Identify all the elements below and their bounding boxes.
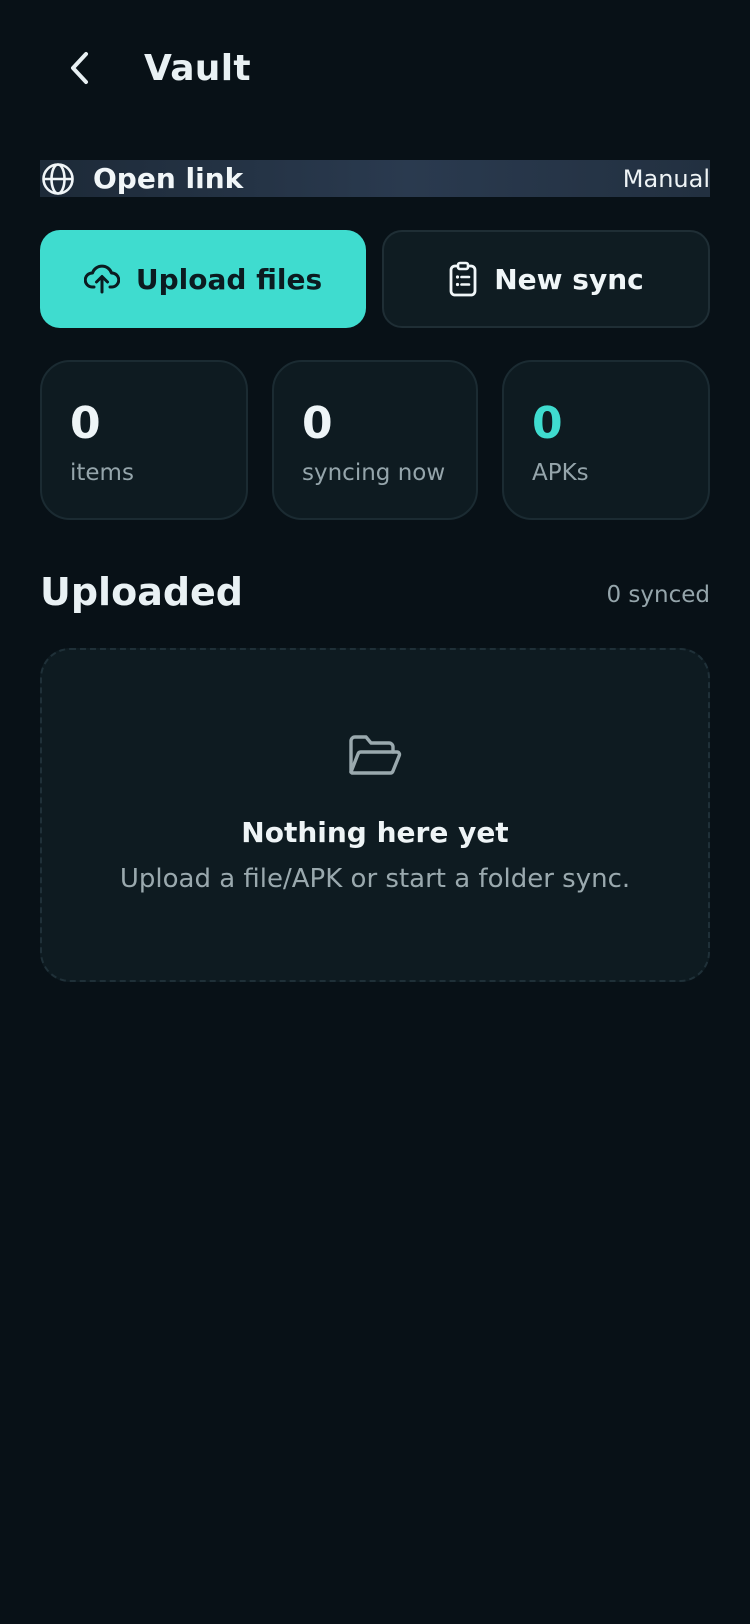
clipboard-list-icon xyxy=(448,261,478,297)
stat-apks-value: 0 xyxy=(532,398,563,449)
new-sync-button[interactable]: New sync xyxy=(382,230,710,328)
stat-items-value: 0 xyxy=(70,398,101,449)
back-button[interactable] xyxy=(56,44,104,92)
open-link-bar[interactable]: Open link Manual xyxy=(40,160,710,197)
stat-apks-label: APKs xyxy=(532,460,589,486)
cloud-upload-icon xyxy=(83,263,120,295)
upload-files-button[interactable]: Upload files xyxy=(40,230,366,328)
chevron-left-icon xyxy=(71,52,88,84)
stat-syncing-now: 0 syncing now xyxy=(272,360,478,520)
new-sync-label: New sync xyxy=(494,262,644,296)
globe-icon xyxy=(41,162,75,196)
uploaded-section-title: Uploaded xyxy=(40,570,244,614)
empty-state-title: Nothing here yet xyxy=(241,816,509,849)
stat-items: 0 items xyxy=(40,360,248,520)
open-link-label: Open link xyxy=(93,162,244,195)
synced-count: 0 synced xyxy=(606,582,710,608)
stat-syncing-value: 0 xyxy=(302,398,333,449)
stat-items-label: items xyxy=(70,460,134,486)
link-mode-label[interactable]: Manual xyxy=(623,165,710,193)
app-header: Vault xyxy=(0,0,750,150)
stat-syncing-label: syncing now xyxy=(302,460,446,486)
stat-apks: 0 APKs xyxy=(502,360,710,520)
upload-files-label: Upload files xyxy=(135,262,323,296)
page-title: Vault xyxy=(144,48,251,89)
empty-state-description: Upload a file/APK or start a folder sync… xyxy=(119,864,631,894)
empty-state-card: Nothing here yet Upload a file/APK or st… xyxy=(40,648,710,982)
folder-open-icon xyxy=(349,735,402,775)
